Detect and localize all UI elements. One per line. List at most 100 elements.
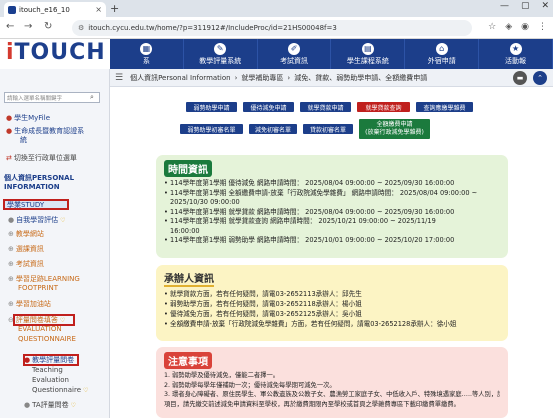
menu-dots-icon[interactable]: ⋮ (538, 22, 547, 32)
sidebar-item-learning-footprint[interactable]: ⊕ 學習足跡LEARNING (8, 274, 80, 284)
sidebar-item-self-eval[interactable]: ● 自我學習評估 ♡ (8, 215, 66, 225)
close-window-button[interactable]: ✕ (541, 1, 549, 11)
nav-item-exam-info[interactable]: ✐ 考試資訊 (258, 39, 332, 69)
btn-student-loan-query[interactable]: 就學貸款查詢 (357, 102, 410, 112)
time-line: • 114學年度第1學期 就學貸款 網路申請時間： 2025/08/04 09:… (164, 207, 455, 216)
breadcrumb: ☰ 個人資訊Personal Information › 就學補助專區 › 減免… (110, 69, 553, 87)
window-controls: — ▢ ✕ (500, 1, 549, 11)
minimize-panel-icon[interactable]: ▬ (513, 71, 527, 85)
time-line: • 114學年度第1學期 全額繳費申請-放棄「行政院減免學雜費」 網路申請時間：… (164, 188, 478, 197)
contact-line: • 就學貸款方面，若有任何疑問，請電03-2652113承辦人：邱先生 (164, 290, 362, 298)
sidebar-item-teaching-eval-en1: Teaching (32, 366, 63, 374)
nav-item-teaching-eval[interactable]: ✎ 教學評量系統 (184, 39, 258, 69)
notice-line: 2. 弱勢助學每學年僅補助一次；優待減免每學期可減免一次。 (164, 381, 336, 389)
time-info-panel: 時間資訊 • 114學年度第1學期 優待減免 網路申請時間： 2025/08/0… (156, 155, 508, 258)
sidebar-item-study[interactable]: 學業STUDY (3, 199, 69, 210)
reload-icon[interactable]: ↻ (44, 21, 52, 32)
url-field[interactable]: ⚙ itouch.cycu.edu.tw/home/?p=311912#/Inc… (72, 20, 472, 36)
contact-info-panel: 承辦人資訊 • 就學貸款方面，若有任何疑問，請電03-2652113承辦人：邱先… (156, 265, 508, 341)
sidebar-item-eval-questionnaire-en1: EVALUATION (18, 325, 62, 333)
sidebar-item-learning-footprint-cont: FOOTPRINT (18, 284, 58, 292)
hamburger-icon[interactable]: ☰ (115, 73, 123, 83)
tab-title: itouch_e16_10 (19, 5, 70, 14)
sidebar-item-teaching-eval[interactable]: ● 教學評量問卷 (24, 355, 74, 365)
house-icon: ⌂ (435, 42, 448, 55)
notice-title: 注意事項 (164, 352, 212, 369)
itouch-logo[interactable]: iTOUCH (6, 40, 106, 65)
browser-tab-strip: itouch_e16_10 × + — ▢ ✕ (0, 0, 553, 17)
contact-line: • 全額繳費申請-放棄「行政院減免學雜費」方面，若有任何疑問，請電03-2652… (164, 320, 457, 328)
notice-line: 項目，請先繳交前述減免申請資料至學校，再於繳費期限內至學校或首頁之學雜費專區下載… (164, 400, 460, 408)
nav-item-offcampus[interactable]: ⌂ 外宿申請 (405, 39, 480, 69)
contact-line: • 優待減免方面，若有任何疑問，請電03-2652125承辦人：吳小姐 (164, 310, 362, 318)
sidebar-item-ta-eval[interactable]: ● TA評量問卷 ♡ (24, 400, 76, 410)
btn-student-loan[interactable]: 就學貸款申請 (300, 102, 351, 112)
scroll-up-icon[interactable]: ⌃ (533, 71, 547, 85)
sidebar-item-myfile[interactable]: ● 學生MyFile (6, 113, 50, 123)
minimize-button[interactable]: — (500, 1, 509, 11)
sidebar-item-portfolio-cont: 統 (20, 136, 27, 144)
address-bar-row: ← → ↻ ⚙ itouch.cycu.edu.tw/home/?p=31191… (0, 17, 553, 39)
sidebar-item-teaching-site[interactable]: ⊕ 教學網站 (8, 229, 44, 239)
header-action-icons: ▬ ⌃ (513, 71, 547, 85)
maximize-button[interactable]: ▢ (521, 1, 530, 11)
star-icon[interactable]: ☆ (488, 22, 496, 32)
btn-disadvantaged-aid[interactable]: 弱勢助學申請 (186, 102, 237, 112)
menu-search-input[interactable]: 請輸入選單名稱關鍵字 (4, 92, 100, 103)
sidebar: 請輸入選單名稱關鍵字 ⌕ ● 學生MyFile ● 生命成長暨教育認證系 統 ⇄ 切換… (0, 69, 110, 418)
breadcrumb-item-2[interactable]: 就學補助專區 (241, 73, 283, 83)
user-icon: ● (6, 114, 13, 122)
btn-aid-initial-list[interactable]: 弱勢助學初審名單 (180, 124, 243, 134)
main-content: ☰ 個人資訊Personal Information › 就學補助專區 › 減免… (110, 69, 553, 418)
nav-item-course-system[interactable]: ▤ 學生課程系統 (331, 39, 406, 69)
nav-item-1[interactable]: ▦ 系 (110, 39, 184, 69)
profile-icon[interactable]: ◉ (521, 22, 529, 32)
btn-fee-query[interactable]: 查詢應繳學雜費 (416, 102, 473, 112)
sidebar-item-teaching-eval-en2: Evaluation (32, 376, 69, 384)
sidebar-item-eval-questionnaire[interactable]: ⊖ 評量問卷填答 ♡ (8, 315, 65, 325)
forward-arrow-icon[interactable]: → (24, 21, 32, 32)
breadcrumb-item-3: 減免、貸款、弱勢助學申請、全額繳費申請 (294, 73, 428, 82)
site-header: iTOUCH ▦ 系 ✎ 教學評量系統 ✐ 考試資訊 ▤ 學生課程系統 ⌂ 外宿申請 ★ 活… (0, 39, 553, 69)
url-text: itouch.cycu.edu.tw/home/?p=311912#/Inclu… (88, 24, 337, 32)
sidebar-section-personal[interactable]: 個人資訊PERSONAL (4, 173, 74, 183)
nav-item-activity[interactable]: ★ 活動報 (479, 39, 553, 69)
favorite-icon: ♡ (60, 217, 66, 224)
tab-close-icon[interactable]: × (95, 5, 102, 14)
sidebar-switch-role[interactable]: ⇄ 切換至行政單位選單 (6, 153, 77, 163)
time-info-title: 時間資訊 (164, 160, 212, 177)
exam-icon: ✐ (288, 42, 301, 55)
switch-icon: ⇄ (6, 154, 12, 162)
sidebar-item-learning-station[interactable]: ⊕ 學習加油站 (8, 299, 51, 309)
btn-reduction-initial-list[interactable]: 減免初審名單 (249, 124, 297, 134)
contact-info-title: 承辦人資訊 (164, 270, 214, 287)
back-arrow-icon[interactable]: ← (6, 21, 14, 32)
course-icon: ▤ (361, 42, 374, 55)
btn-full-payment-apply[interactable]: 全額繳費申請 (放棄行政減免學雜費) (359, 119, 430, 139)
portfolio-icon: ● (6, 127, 13, 135)
contact-line: • 弱勢助學方面，若有任何疑問，請電03-2652118承辦人：楊小姐 (164, 300, 362, 308)
new-tab-button[interactable]: + (110, 2, 119, 15)
btn-tuition-reduction[interactable]: 優待減免申請 (243, 102, 294, 112)
toolbar-icons: ☆ ◈ ◉ ⋮ (488, 22, 547, 32)
breadcrumb-item-1[interactable]: 個人資訊Personal Information (130, 73, 231, 83)
site-info-icon[interactable]: ⚙ (78, 24, 84, 32)
browser-tab[interactable]: itouch_e16_10 × (4, 2, 106, 17)
time-line-cont: 16:00:00 (170, 226, 200, 235)
sidebar-section-personal-cont: INFORMATION (4, 183, 60, 191)
grid-icon: ▦ (140, 42, 153, 55)
btn-loan-initial-list[interactable]: 貸款初審名單 (303, 124, 353, 134)
search-icon[interactable]: ⌕ (90, 93, 94, 102)
notice-line: 3. 環者身心障礙者、原住民學生、軍公教遺族及公教子女、農漁勞工家庭子女、中低收… (164, 391, 500, 398)
time-line: • 114學年度第1學期 優待減免 網路申請時間： 2025/08/04 09:… (164, 179, 455, 187)
sidebar-item-course-info[interactable]: ⊕ 選課資訊 (8, 244, 44, 254)
time-line: • 114學年度第1學期 就學貸款查詢 網路申請時間： 2025/10/21 0… (164, 217, 436, 225)
sidebar-item-exam-info[interactable]: ⊕ 考試資訊 (8, 259, 44, 269)
pencil-icon: ✎ (214, 42, 227, 55)
sidebar-item-portfolio[interactable]: ● 生命成長暨教育認證系 (6, 126, 84, 136)
extensions-icon[interactable]: ◈ (505, 22, 512, 32)
sidebar-item-teaching-eval-en3: Questionnaire ♡ (32, 386, 89, 394)
time-line-cont: 2025/10/30 09:00:00 (170, 198, 240, 206)
star-badge-icon: ★ (509, 42, 522, 55)
notice-line: 1. 弱勢助學及優待減免，僅能二者擇一。 (164, 372, 280, 379)
